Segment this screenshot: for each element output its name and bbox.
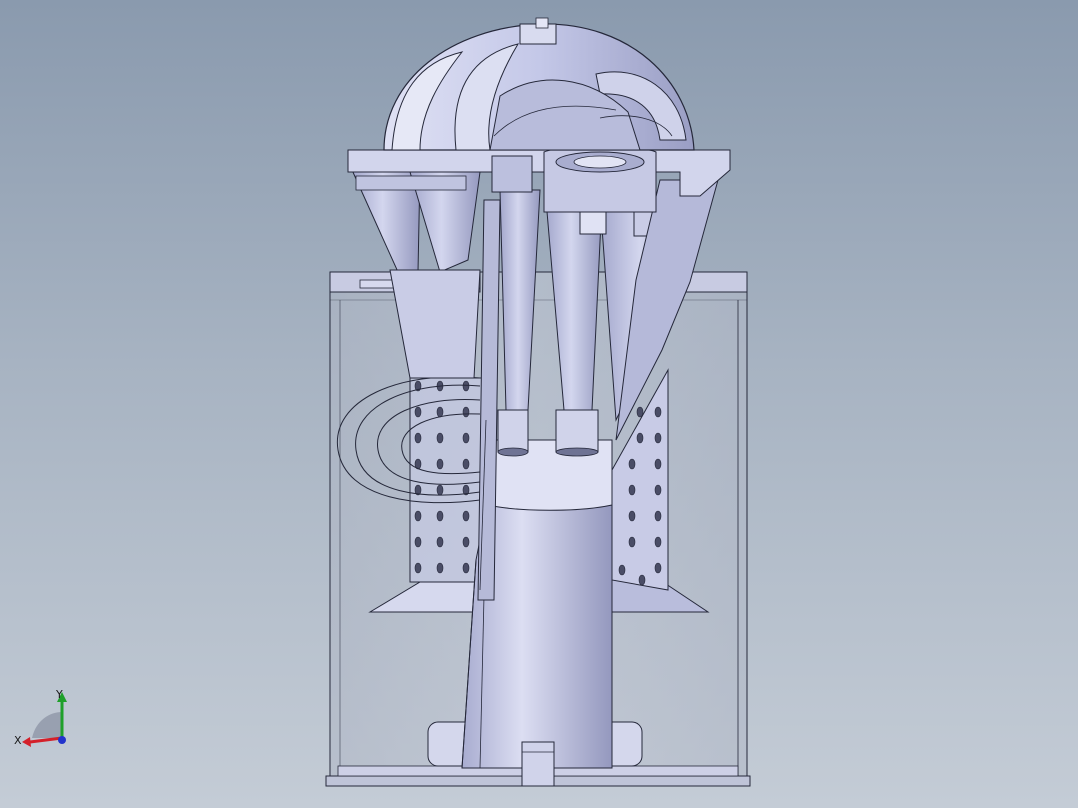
x-axis-arrow [29,736,63,744]
y-axis-label: Y [55,688,63,701]
cyclone-dome[interactable] [383,17,695,151]
x-arrowhead-icon [22,737,31,747]
x-axis-label: X [14,734,22,747]
graphics-viewport[interactable]: Y X [0,0,1078,808]
cyclone-assembly-model[interactable] [0,0,1078,808]
z-axis-dot-icon [58,736,66,744]
coordinate-triad: Y X [14,688,67,747]
triad-plane-icon [32,712,62,738]
